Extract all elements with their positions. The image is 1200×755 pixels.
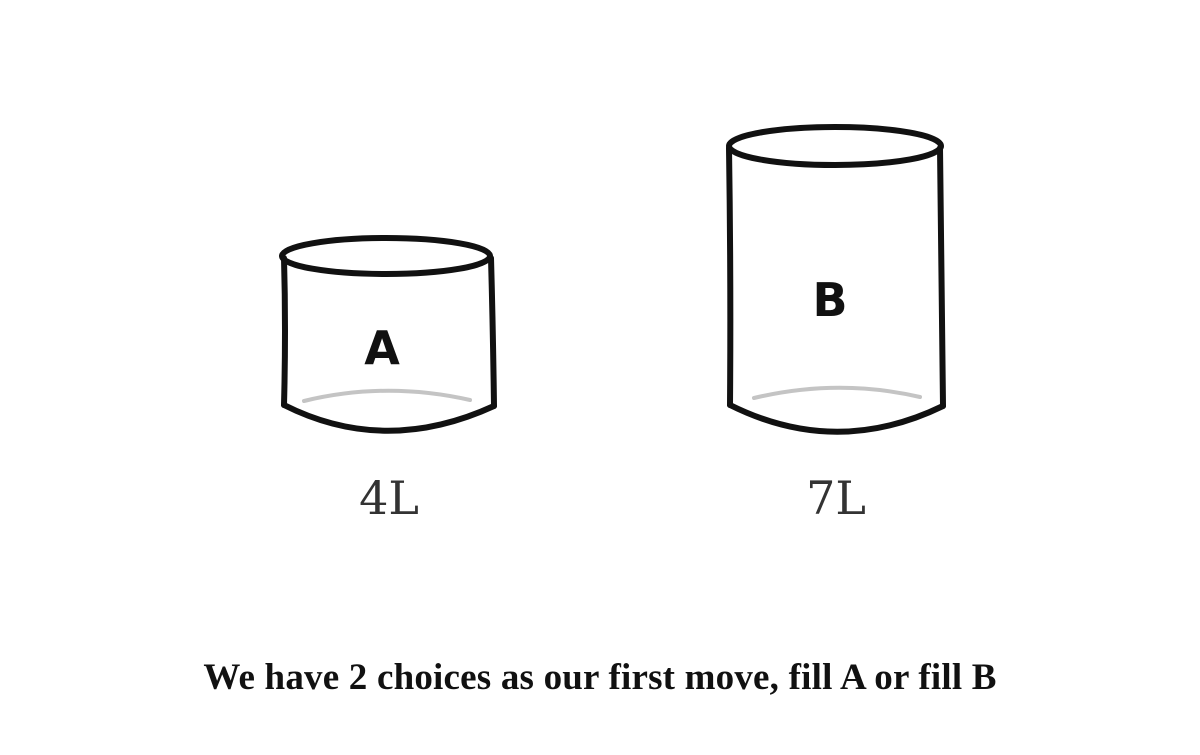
jug-b-inner-line	[752, 385, 922, 400]
jug-b-label: B	[812, 273, 847, 327]
jug-b-right-wall	[937, 145, 946, 409]
jug-b-capacity: 7L	[806, 471, 866, 525]
jug-b-base	[727, 402, 946, 435]
jug-a-label: A	[364, 321, 400, 375]
jug-a: A 4L	[279, 235, 497, 525]
jug-a-right-wall	[488, 255, 497, 409]
jug-a-capacity: 4L	[359, 471, 419, 525]
jug-a-base	[281, 402, 497, 434]
jug-b-rim	[726, 124, 944, 168]
jug-a-rim	[279, 235, 493, 277]
water-jug-diagram: A 4L B 7L	[279, 124, 946, 525]
caption: We have 2 choices as our first move, fil…	[203, 657, 997, 698]
jug-b: B 7L	[726, 124, 946, 525]
jug-a-left-wall	[281, 255, 288, 408]
jug-b-left-wall	[726, 145, 734, 408]
jug-a-inner-line	[302, 388, 472, 403]
